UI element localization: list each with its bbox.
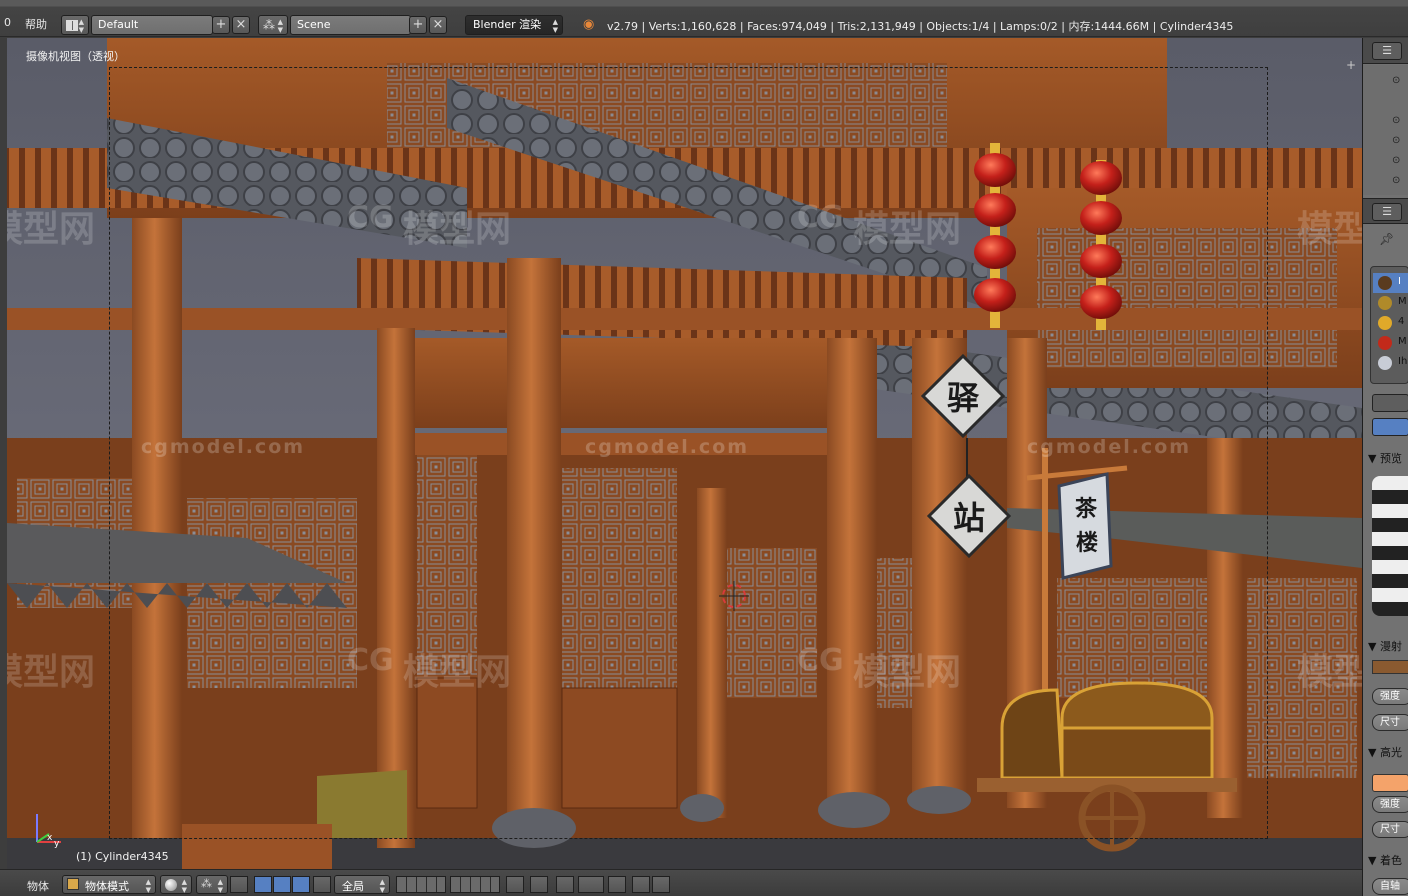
- render-only-icon[interactable]: [608, 876, 626, 893]
- layer-buttons-group-2[interactable]: [450, 876, 500, 893]
- add-layout-button[interactable]: +: [212, 16, 230, 34]
- section-preview[interactable]: ▼ 预览: [1368, 450, 1402, 466]
- blender-logo-icon: ◉: [583, 17, 595, 32]
- lock-layers-icon[interactable]: [506, 876, 524, 893]
- proportional-edit-icon[interactable]: [530, 876, 548, 893]
- dropdown-arrows-icon: ▲ ▼: [217, 878, 223, 894]
- dropdown-arrows-icon: ▲ ▼: [78, 18, 84, 34]
- properties-header: ☰: [1363, 198, 1408, 224]
- remove-layout-button[interactable]: ×: [232, 16, 250, 34]
- diffuse-intensity-field[interactable]: 强度: [1372, 688, 1408, 705]
- outliner-header: ☰: [1363, 38, 1408, 64]
- specular-color-swatch[interactable]: [1372, 774, 1408, 792]
- properties-panel: ☰ ⊙ ⊙ ⊙ ⊙ ⊙ ☰ 📌︎ I M 4 M Ih ▼ 预览 ▼ 漫射 强度…: [1362, 38, 1408, 896]
- dropdown-arrows-icon: ▲ ▼: [379, 878, 385, 894]
- shading-auto-field[interactable]: 自轴: [1372, 878, 1408, 895]
- watermark-cn: 模型网: [1297, 652, 1362, 693]
- specular-size-field[interactable]: 尺寸: [1372, 821, 1408, 838]
- mode-label: 物体模式: [85, 880, 129, 893]
- transform-orientation-dropdown[interactable]: 全局 ▲ ▼: [334, 875, 390, 894]
- properties-editor-button[interactable]: ☰: [1372, 203, 1402, 221]
- snap-toggle-icon[interactable]: [556, 876, 574, 893]
- shading-sphere-icon: [165, 879, 177, 891]
- dropdown-arrows-icon: ▲ ▼: [181, 878, 187, 894]
- screen-layout-field[interactable]: Default: [91, 15, 213, 35]
- material-ball-icon: [1378, 336, 1392, 350]
- opengl-animation-icon[interactable]: [652, 876, 670, 893]
- material-slot-2[interactable]: M: [1398, 296, 1407, 307]
- translate-manipulator-icon[interactable]: [254, 876, 272, 893]
- section-specular[interactable]: ▼ 高光: [1368, 744, 1402, 760]
- manipulator-toggle-icon[interactable]: [230, 876, 248, 893]
- material-slot-4[interactable]: M: [1398, 336, 1407, 347]
- 3d-viewport[interactable]: 驿 站 茶 楼 cgmodel.com cgmodel.com cgmodel.…: [7, 38, 1362, 869]
- watermark-cn: 模型网: [1297, 209, 1362, 250]
- pin-icon[interactable]: 📌︎: [1379, 232, 1394, 246]
- scene-icon: ⁂: [263, 18, 275, 32]
- active-object-label: (1) Cylinder4345: [76, 850, 169, 863]
- camera-frame: [109, 67, 1268, 839]
- material-slot-5[interactable]: Ih: [1398, 356, 1407, 367]
- axis-gizmo: x y: [36, 814, 61, 849]
- dropdown-arrows-icon: ▲ ▼: [552, 18, 558, 34]
- material-ball-icon: [1378, 356, 1392, 370]
- snap-element-dropdown[interactable]: [578, 876, 604, 893]
- dropdown-arrows-icon: ▲ ▼: [277, 18, 283, 34]
- material-preview: [1372, 476, 1408, 616]
- outliner-tree[interactable]: ⊙ ⊙ ⊙ ⊙ ⊙: [1363, 65, 1408, 195]
- view-label: 摄像机视图（透视）: [26, 50, 125, 63]
- diffuse-color-swatch[interactable]: [1372, 660, 1408, 674]
- material-ball-icon: [1378, 316, 1392, 330]
- rotate-manipulator-icon[interactable]: [273, 876, 291, 893]
- dropdown-arrows-icon: ▲ ▼: [145, 878, 151, 894]
- material-slot-1[interactable]: I: [1398, 276, 1401, 287]
- scale-manipulator-icon[interactable]: [292, 876, 310, 893]
- viewport-add-icon[interactable]: +: [1346, 58, 1356, 72]
- layout-icon: [66, 19, 78, 31]
- viewport-shading-dropdown[interactable]: ▲ ▼: [160, 875, 192, 894]
- section-diffuse[interactable]: ▼ 漫射: [1368, 638, 1402, 654]
- layer-buttons-group-1[interactable]: [396, 876, 446, 893]
- add-scene-button[interactable]: +: [409, 16, 427, 34]
- menu-item-fragment[interactable]: 0: [4, 16, 11, 29]
- specular-intensity-field[interactable]: 强度: [1372, 796, 1408, 813]
- mode-dropdown[interactable]: 物体模式 ▲ ▼: [62, 875, 156, 894]
- 3d-view-header: 物体 物体模式 ▲ ▼ ▲ ▼ ⁂ ▲ ▼ 全局 ▲ ▼: [0, 869, 1362, 896]
- diffuse-size-field[interactable]: 尺寸: [1372, 714, 1408, 731]
- material-ball-icon: [1378, 296, 1392, 310]
- cube-icon: [67, 878, 79, 890]
- material-ball-icon: [1378, 276, 1392, 290]
- outliner-editor-button[interactable]: ☰: [1372, 42, 1402, 60]
- pivot-icon: ⁂: [201, 877, 212, 890]
- scene-field[interactable]: Scene: [290, 15, 411, 35]
- render-engine-label: Blender 渲染: [473, 18, 542, 31]
- screen-layout-icon-button[interactable]: ▲ ▼: [61, 15, 89, 35]
- scene-stats: v2.79 | Verts:1,160,628 | Faces:974,049 …: [607, 20, 1234, 33]
- menu-help[interactable]: 帮助: [25, 16, 47, 32]
- watermark-cn: 模型网: [7, 209, 96, 250]
- material-browse-button[interactable]: [1372, 394, 1408, 412]
- info-header: 0 帮助 ▲ ▼ Default + × ⁂ ▲ ▼ Scene + × Blend…: [0, 0, 1408, 37]
- render-engine-dropdown[interactable]: Blender 渲染 ▲ ▼: [465, 15, 563, 35]
- watermark-cn: 模型网: [7, 652, 96, 693]
- section-shading[interactable]: ▼ 着色: [1368, 852, 1402, 868]
- material-slot-3[interactable]: 4: [1398, 316, 1404, 327]
- transform-orientation-icon[interactable]: [313, 876, 331, 893]
- material-name-field[interactable]: [1372, 418, 1408, 436]
- opengl-render-icon[interactable]: [632, 876, 650, 893]
- menu-object[interactable]: 物体: [27, 878, 49, 894]
- scene-icon-button[interactable]: ⁂ ▲ ▼: [258, 15, 288, 35]
- pivot-point-dropdown[interactable]: ⁂ ▲ ▼: [196, 875, 228, 894]
- axis-x-label: x: [47, 833, 53, 843]
- orientation-label: 全局: [342, 880, 364, 893]
- remove-scene-button[interactable]: ×: [429, 16, 447, 34]
- axis-y-label: y: [54, 839, 60, 849]
